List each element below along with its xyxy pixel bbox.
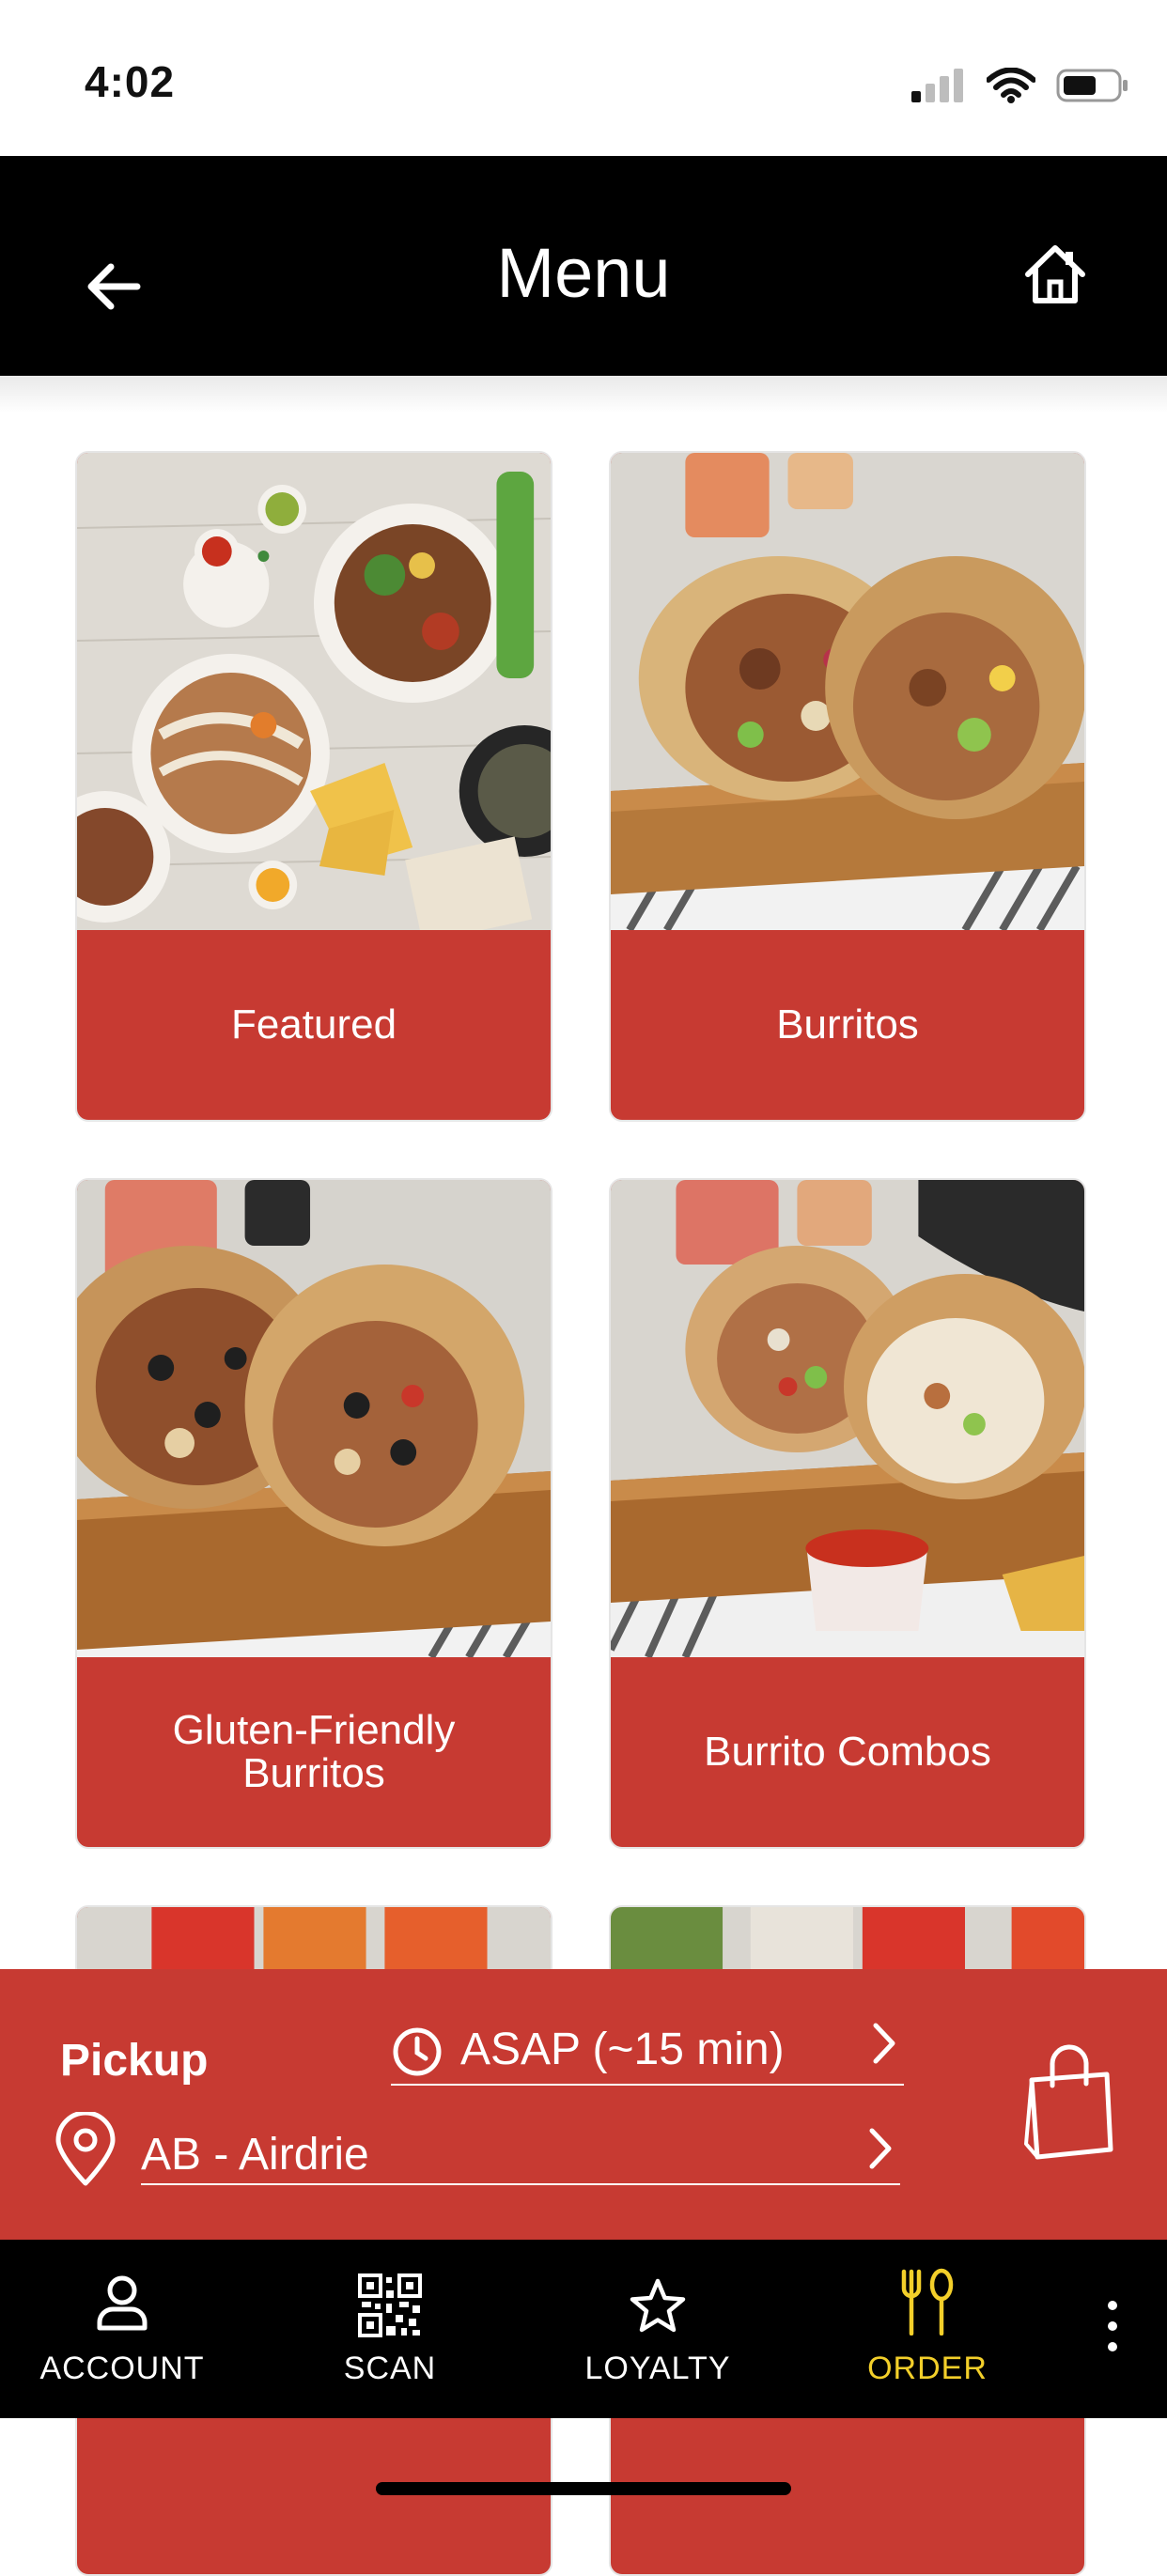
person-icon <box>97 2275 148 2331</box>
category-card-burrito-combos[interactable]: Burrito Combos <box>609 1178 1086 1849</box>
pickup-location-selector[interactable]: AB - Airdrie <box>141 2118 900 2185</box>
page-title: Menu <box>496 234 671 312</box>
tab-loyalty[interactable]: LOYALTY <box>540 2240 775 2418</box>
cart-button[interactable] <box>1024 2041 1114 2163</box>
gluten-friendly-burritos-photo <box>77 1180 551 1657</box>
home-button[interactable] <box>1022 242 1088 308</box>
header-bar: Menu <box>0 156 1167 376</box>
status-time: 4:02 <box>85 57 176 106</box>
category-label: Burrito Combos <box>704 1729 991 1775</box>
category-label: Burritos <box>776 1001 919 1047</box>
more-vertical-icon <box>1108 2301 1117 2351</box>
qr-code-icon <box>358 2273 422 2337</box>
pickup-mode-label: Pickup <box>60 2036 209 2086</box>
arrow-left-icon <box>87 263 141 310</box>
tab-scan[interactable]: SCAN <box>272 2240 507 2418</box>
category-card-featured[interactable]: Featured <box>75 451 552 1122</box>
status-bar: 4:02 <box>0 0 1167 156</box>
category-label: Gluten-Friendly Burritos <box>172 1707 456 1796</box>
category-card-burritos[interactable]: Burritos <box>609 451 1086 1122</box>
header-shadow <box>0 376 1167 413</box>
location-pin-icon <box>55 2112 116 2186</box>
category-card-gluten-friendly-burritos[interactable]: Gluten-Friendly Burritos <box>75 1178 552 1849</box>
tab-account[interactable]: ACCOUNT <box>5 2240 240 2418</box>
burrito-combos-photo <box>611 1180 1084 1657</box>
pickup-bar: Pickup ASAP (~15 min) AB - Airdrie <box>0 1969 1167 2240</box>
status-icons <box>911 62 1129 109</box>
clock-icon <box>393 2027 442 2076</box>
back-button[interactable] <box>81 254 160 319</box>
featured-photo <box>77 453 551 930</box>
chevron-right-icon <box>873 2023 895 2064</box>
category-label: Featured <box>230 1001 397 1047</box>
fork-spoon-icon <box>901 2268 954 2335</box>
tab-label: ORDER <box>867 2351 988 2386</box>
pickup-time-selector[interactable]: ASAP (~15 min) <box>391 2014 904 2086</box>
tab-label: ACCOUNT <box>39 2351 205 2386</box>
star-icon <box>630 2278 686 2333</box>
bottom-tab-bar: ACCOUNT SCAN LOYALTY ORDER <box>0 2240 1167 2418</box>
burritos-photo <box>611 453 1084 930</box>
tab-label: LOYALTY <box>584 2351 731 2386</box>
wifi-icon <box>987 68 1035 103</box>
pickup-location-value: AB - Airdrie <box>141 2130 369 2180</box>
battery-icon <box>1056 69 1128 102</box>
home-icon <box>1025 245 1085 303</box>
more-button[interactable] <box>1096 2296 1129 2362</box>
cellular-signal-icon <box>911 69 963 102</box>
home-indicator <box>376 2482 791 2495</box>
pickup-time-value: ASAP (~15 min) <box>460 2025 785 2074</box>
shopping-bag-icon <box>1024 2044 1113 2160</box>
chevron-right-icon <box>869 2128 892 2169</box>
tab-order[interactable]: ORDER <box>810 2240 1045 2418</box>
tab-label: SCAN <box>343 2351 437 2386</box>
